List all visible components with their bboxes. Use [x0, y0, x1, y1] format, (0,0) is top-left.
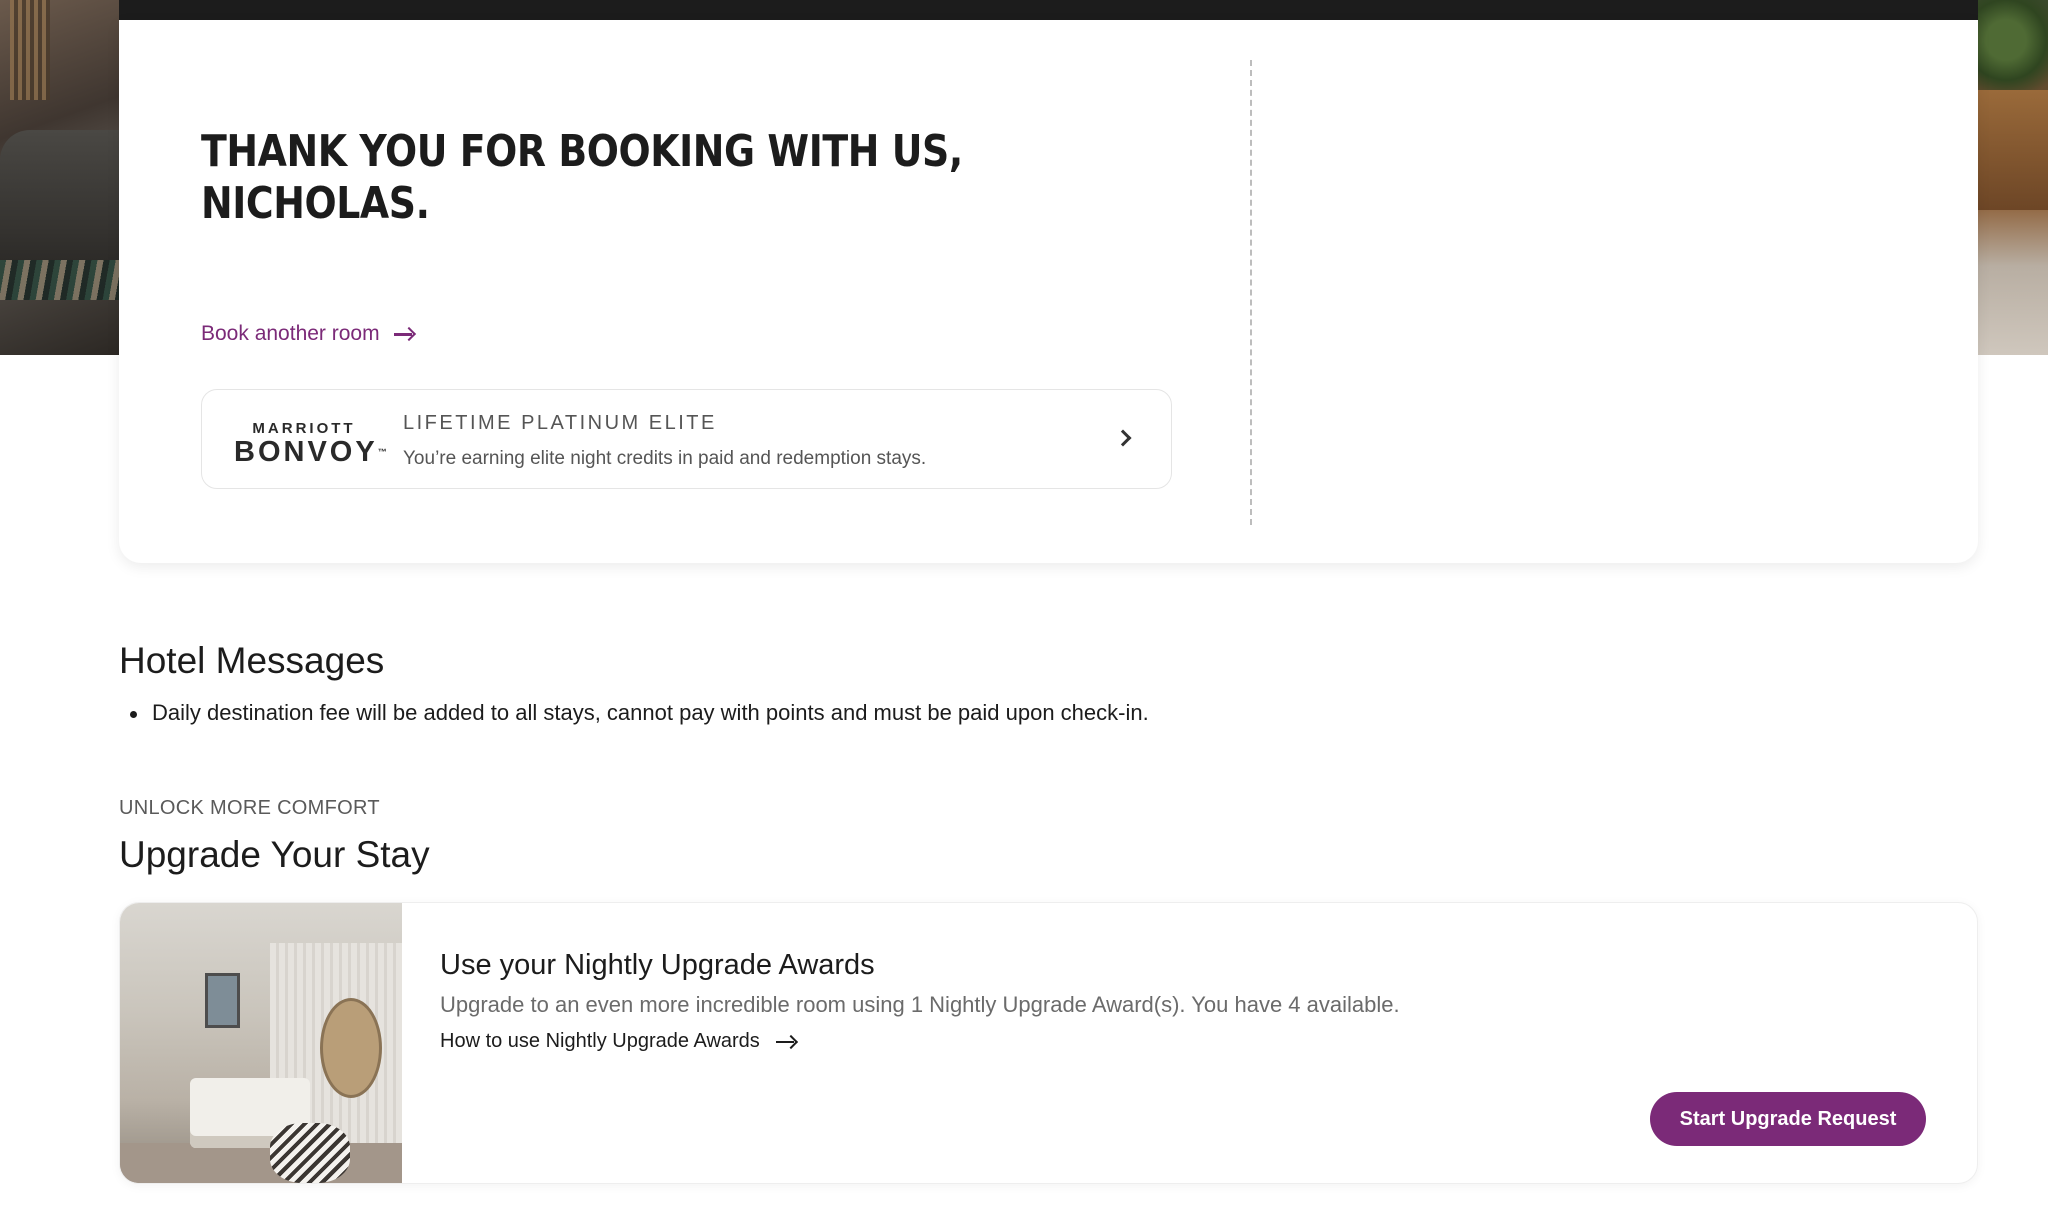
hero-image-right [1978, 0, 2048, 355]
marriott-bonvoy-logo: MARRIOTT BONVOY™ [234, 420, 387, 468]
arrow-right-icon [393, 327, 416, 341]
start-upgrade-request-button[interactable]: Start Upgrade Request [1650, 1092, 1926, 1146]
upgrade-eyebrow: UNLOCK MORE COMFORT [119, 797, 380, 819]
dashed-divider [1250, 60, 1252, 525]
loyalty-tier: LIFETIME PLATINUM ELITE [403, 412, 717, 434]
book-another-room-link[interactable]: Book another room [201, 322, 416, 346]
room-image [120, 903, 402, 1183]
logo-bonvoy-text: BONVOY™ [234, 436, 387, 468]
logo-marriott-text: MARRIOTT [252, 420, 356, 437]
loyalty-description: You’re earning elite night credits in pa… [403, 448, 927, 469]
hotel-messages-title: Hotel Messages [119, 640, 385, 681]
loyalty-status-card[interactable]: MARRIOTT BONVOY™ LIFETIME PLATINUM ELITE… [201, 389, 1172, 489]
arrow-right-icon [775, 1035, 798, 1049]
upgrade-card-description: Upgrade to an even more incredible room … [440, 992, 1400, 1017]
confirmation-title: THANK YOU FOR BOOKING WITH US, NICHOLAS. [201, 126, 963, 229]
chevron-right-icon [1114, 429, 1132, 447]
top-bar [119, 0, 1978, 20]
how-to-use-upgrade-awards-link[interactable]: How to use Nightly Upgrade Awards [440, 1030, 798, 1053]
hotel-messages-list: Daily destination fee will be added to a… [130, 700, 1149, 726]
upgrade-card-heading: Use your Nightly Upgrade Awards [440, 949, 875, 981]
book-another-room-label: Book another room [201, 322, 380, 345]
how-to-use-label: How to use Nightly Upgrade Awards [440, 1030, 760, 1052]
list-item: Daily destination fee will be added to a… [130, 700, 1149, 726]
upgrade-section-title: Upgrade Your Stay [119, 834, 430, 875]
hero-image-left [0, 0, 120, 355]
upgrade-card: Use your Nightly Upgrade Awards Upgrade … [119, 902, 1978, 1184]
